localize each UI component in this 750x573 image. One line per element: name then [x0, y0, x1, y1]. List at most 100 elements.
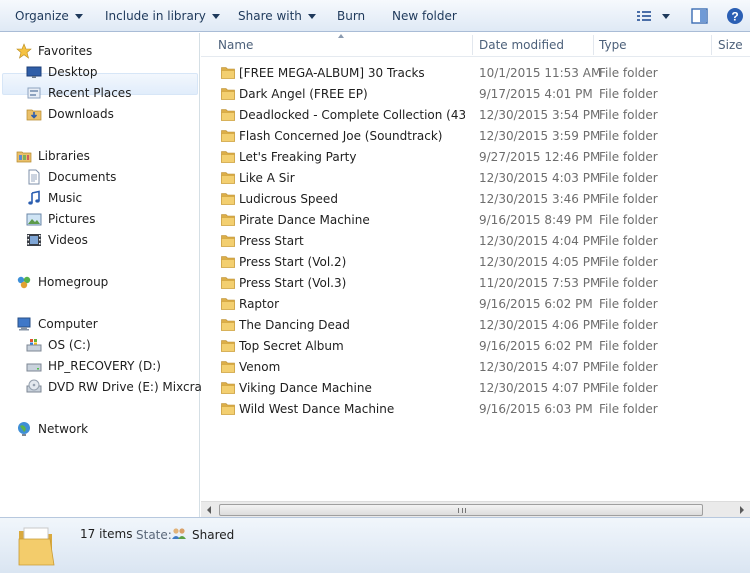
organize-label: Organize [15, 9, 69, 23]
shared-users-icon [172, 528, 186, 539]
burn-button[interactable]: Burn [337, 0, 365, 32]
nav-videos-label: Videos [48, 233, 88, 247]
file-row[interactable]: Dark Angel (FREE EP) 9/17/2015 4:01 PM Fil… [201, 84, 750, 105]
file-row[interactable]: Press Start (Vol.2) 12/30/2015 4:05 PM Fil… [201, 252, 750, 273]
file-row[interactable]: Press Start (Vol.3) 11/20/2015 7:53 PM Fil… [201, 273, 750, 294]
libraries-icon [16, 151, 32, 163]
dvd-drive-icon [26, 379, 42, 393]
file-date-modified: 12/30/2015 4:07 PM [479, 360, 601, 374]
column-divider[interactable] [593, 35, 594, 55]
file-name: Viking Dance Machine [239, 381, 372, 395]
file-date-modified: 11/20/2015 7:53 PM [479, 276, 601, 290]
file-name: Press Start (Vol.3) [239, 276, 347, 290]
chevron-down-icon [211, 14, 220, 19]
homegroup-icon [17, 276, 31, 289]
folder-icon [221, 109, 235, 121]
column-header-size[interactable]: Size [718, 33, 743, 57]
folder-icon [221, 67, 235, 79]
file-name: Venom [239, 360, 281, 374]
file-type: File folder [599, 150, 658, 164]
column-header-date-modified[interactable]: Date modified [479, 33, 564, 57]
scroll-right-button[interactable] [734, 502, 750, 518]
nav-favorites-label: Favorites [38, 44, 93, 58]
scroll-left-icon [207, 506, 211, 514]
svg-text:?: ? [731, 10, 738, 24]
pictures-icon [26, 213, 42, 226]
file-row[interactable]: Viking Dance Machine 12/30/2015 4:07 PM Fi… [201, 378, 750, 399]
folder-icon [221, 88, 235, 100]
file-row[interactable]: Venom 12/30/2015 4:07 PM File folder [201, 357, 750, 378]
file-type: File folder [599, 318, 658, 332]
folder-icon [221, 172, 235, 184]
item-count: 17 items [80, 527, 133, 541]
sort-ascending-icon [338, 34, 344, 38]
scroll-left-button[interactable] [201, 502, 217, 518]
file-row[interactable]: Deadlocked - Complete Collection (43 S..… [201, 105, 750, 126]
preview-pane-icon [691, 8, 708, 24]
file-row[interactable]: Flash Concerned Joe (Soundtrack) 12/30/20… [201, 126, 750, 147]
file-row[interactable]: Ludicrous Speed 12/30/2015 3:46 PM File fo… [201, 189, 750, 210]
network-icon [18, 422, 30, 436]
file-name: The Dancing Dead [239, 318, 350, 332]
file-row[interactable]: Pirate Dance Machine 9/16/2015 8:49 PM Fil… [201, 210, 750, 231]
file-type: File folder [599, 213, 658, 227]
file-type: File folder [599, 87, 658, 101]
folder-icon [221, 361, 235, 373]
file-name: [FREE MEGA-ALBUM] 30 Tracks [239, 66, 425, 80]
nav-dvd-drive-label: DVD RW Drive (E:) Mixcraft 7 [48, 380, 223, 394]
file-row[interactable]: Press Start 12/30/2015 4:04 PM File folder [201, 231, 750, 252]
file-name: Flash Concerned Joe (Soundtrack) [239, 129, 443, 143]
folder-icon [221, 130, 235, 142]
file-date-modified: 12/30/2015 3:59 PM [479, 129, 601, 143]
folder-large-icon [18, 527, 55, 566]
column-divider[interactable] [472, 35, 473, 55]
preview-pane-button[interactable] [690, 6, 710, 26]
file-type: File folder [599, 402, 658, 416]
file-type: File folder [599, 66, 658, 80]
horizontal-scrollbar[interactable] [201, 501, 750, 517]
file-row[interactable]: Wild West Dance Machine 9/16/2015 6:03 PM… [201, 399, 750, 420]
file-row[interactable]: [FREE MEGA-ALBUM] 30 Tracks 10/1/2015 11:… [201, 63, 750, 84]
desktop-icon [26, 66, 42, 78]
folder-icon [221, 382, 235, 394]
change-view-button[interactable] [636, 6, 676, 26]
navigation-pane: Favorites Desktop Recent Places Download… [0, 33, 222, 517]
file-row[interactable]: Like A Sir 12/30/2015 4:03 PM File folder [201, 168, 750, 189]
file-row[interactable]: Let's Freaking Party 9/27/2015 12:46 PM Fi… [201, 147, 750, 168]
state-value: Shared [192, 528, 235, 542]
column-type-label: Type [599, 38, 627, 52]
videos-icon [27, 234, 41, 246]
file-row[interactable]: Top Secret Album 9/16/2015 6:02 PM File fo… [201, 336, 750, 357]
file-type: File folder [599, 297, 658, 311]
file-name: Like A Sir [239, 171, 295, 185]
file-date-modified: 12/30/2015 4:05 PM [479, 255, 601, 269]
share-with-button[interactable]: Share with [238, 0, 316, 32]
file-type: File folder [599, 339, 658, 353]
include-in-library-button[interactable]: Include in library [105, 0, 220, 32]
organize-button[interactable]: Organize [15, 0, 83, 32]
help-button[interactable]: ? [725, 6, 745, 26]
nav-libraries-label: Libraries [38, 149, 90, 163]
file-date-modified: 12/30/2015 4:07 PM [479, 381, 601, 395]
new-folder-label: New folder [392, 9, 457, 23]
hard-drive-icon [26, 363, 42, 372]
new-folder-button[interactable]: New folder [392, 0, 457, 32]
folder-icon [221, 319, 235, 331]
nav-music-label: Music [48, 191, 83, 205]
column-header-name[interactable]: Name [218, 33, 253, 57]
file-row[interactable]: Raptor 9/16/2015 6:02 PM File folder [201, 294, 750, 315]
column-divider[interactable] [711, 35, 712, 55]
recent-places-icon [27, 87, 41, 99]
file-name: Pirate Dance Machine [239, 213, 370, 227]
file-date-modified: 12/30/2015 4:04 PM [479, 234, 601, 248]
scroll-thumb[interactable] [219, 504, 703, 516]
state-label: State: [136, 528, 172, 542]
nav-homegroup-label: Homegroup [38, 275, 109, 289]
file-type: File folder [599, 108, 658, 122]
column-header-type[interactable]: Type [599, 33, 627, 57]
file-name: Raptor [239, 297, 280, 311]
file-type: File folder [599, 234, 658, 248]
folder-icon [221, 151, 235, 163]
file-row[interactable]: The Dancing Dead 12/30/2015 4:06 PM File f… [201, 315, 750, 336]
view-details-icon [637, 11, 670, 21]
